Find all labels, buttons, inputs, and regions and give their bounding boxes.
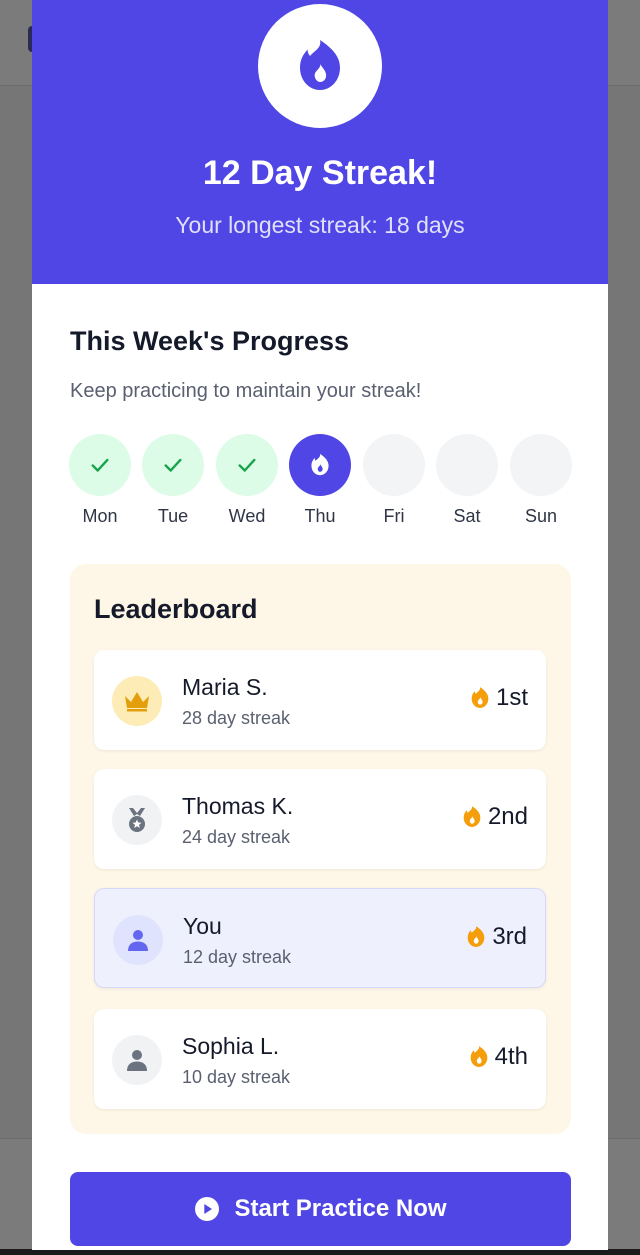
streak-title: 12 Day Streak!	[202, 154, 438, 192]
leaderboard-name: You	[183, 913, 222, 939]
leaderboard-row[interactable]: Sophia L. 10 day streak 4th	[94, 1009, 546, 1109]
week-progress-subtitle: Keep practicing to maintain your streak!	[70, 380, 422, 402]
start-practice-label: Start Practice Now	[234, 1195, 447, 1222]
week-days: Mon Tue Wed Thu Fri Sat Sun	[69, 434, 573, 534]
leaderboard-name: Maria S.	[182, 674, 268, 700]
flame-icon	[311, 453, 329, 476]
leaderboard-name: Sophia L.	[182, 1033, 280, 1059]
rank-label: 3rd	[492, 923, 527, 950]
day-label: Mon	[82, 506, 118, 526]
day-status-circle	[436, 434, 498, 496]
day-thu: Thu	[289, 434, 351, 527]
day-status-circle	[69, 434, 131, 496]
rank-avatar	[113, 915, 163, 965]
rank-label: 2nd	[487, 803, 528, 830]
check-icon	[91, 458, 109, 472]
flame-icon	[463, 806, 481, 827]
check-icon	[164, 458, 182, 472]
longest-streak-text: Your longest streak: 18 days	[175, 212, 465, 238]
user-icon	[127, 1050, 147, 1071]
streak-badge	[258, 4, 382, 128]
day-label: Sun	[524, 506, 558, 526]
leaderboard-streak: 28 day streak	[182, 708, 291, 728]
leaderboard-row-current-user[interactable]: You 12 day streak 3rd	[94, 888, 546, 988]
leaderboard-rank: 4th	[469, 1043, 528, 1071]
leaderboard-row[interactable]: Thomas K. 24 day streak 2nd	[94, 769, 546, 869]
rank-avatar	[112, 676, 162, 726]
leaderboard-card: Leaderboard Maria S. 28 day streak 1st T…	[70, 564, 571, 1134]
leaderboard-title: Leaderboard	[94, 594, 258, 624]
streak-modal: 12 Day Streak! Your longest streak: 18 d…	[32, 0, 608, 1250]
day-label: Sat	[453, 506, 481, 526]
flame-icon	[467, 926, 485, 947]
play-circle-icon	[195, 1197, 220, 1221]
leaderboard-streak: 24 day streak	[182, 827, 291, 847]
user-icon	[128, 930, 148, 951]
day-status-circle	[216, 434, 278, 496]
leaderboard-name: Thomas K.	[182, 793, 294, 819]
rank-label: 1st	[495, 684, 528, 711]
week-progress-title: This Week's Progress	[70, 326, 350, 356]
day-wed: Wed	[216, 434, 278, 527]
medal-icon	[129, 808, 145, 832]
leaderboard-streak: 10 day streak	[182, 1067, 291, 1087]
day-label: Fri	[383, 506, 405, 526]
rank-avatar	[112, 1035, 162, 1085]
day-status-circle	[363, 434, 425, 496]
check-icon	[238, 458, 256, 472]
crown-icon	[125, 692, 149, 712]
day-label: Wed	[228, 506, 266, 526]
leaderboard-rank: 3rd	[466, 923, 527, 951]
leaderboard-streak: 12 day streak	[183, 947, 292, 967]
day-sun: Sun	[510, 434, 572, 527]
rank-label: 4th	[494, 1043, 528, 1070]
day-status-circle	[142, 434, 204, 496]
rank-avatar	[112, 795, 162, 845]
leaderboard-rank: 1st	[470, 684, 528, 712]
flame-icon	[470, 1046, 487, 1067]
day-status-circle	[510, 434, 572, 496]
leaderboard-row[interactable]: Maria S. 28 day streak 1st	[94, 650, 546, 750]
day-mon: Mon	[69, 434, 131, 527]
start-practice-button[interactable]: Start Practice Now	[70, 1172, 571, 1246]
flame-icon	[471, 687, 489, 708]
flame-icon	[300, 40, 340, 90]
day-fri: Fri	[363, 434, 425, 527]
day-label: Tue	[157, 506, 189, 526]
leaderboard-rank: 2nd	[462, 803, 528, 831]
day-label: Thu	[304, 506, 336, 526]
streak-header: 12 Day Streak! Your longest streak: 18 d…	[32, 0, 608, 284]
day-tue: Tue	[142, 434, 204, 527]
day-sat: Sat	[436, 434, 498, 527]
day-status-circle	[289, 434, 351, 496]
